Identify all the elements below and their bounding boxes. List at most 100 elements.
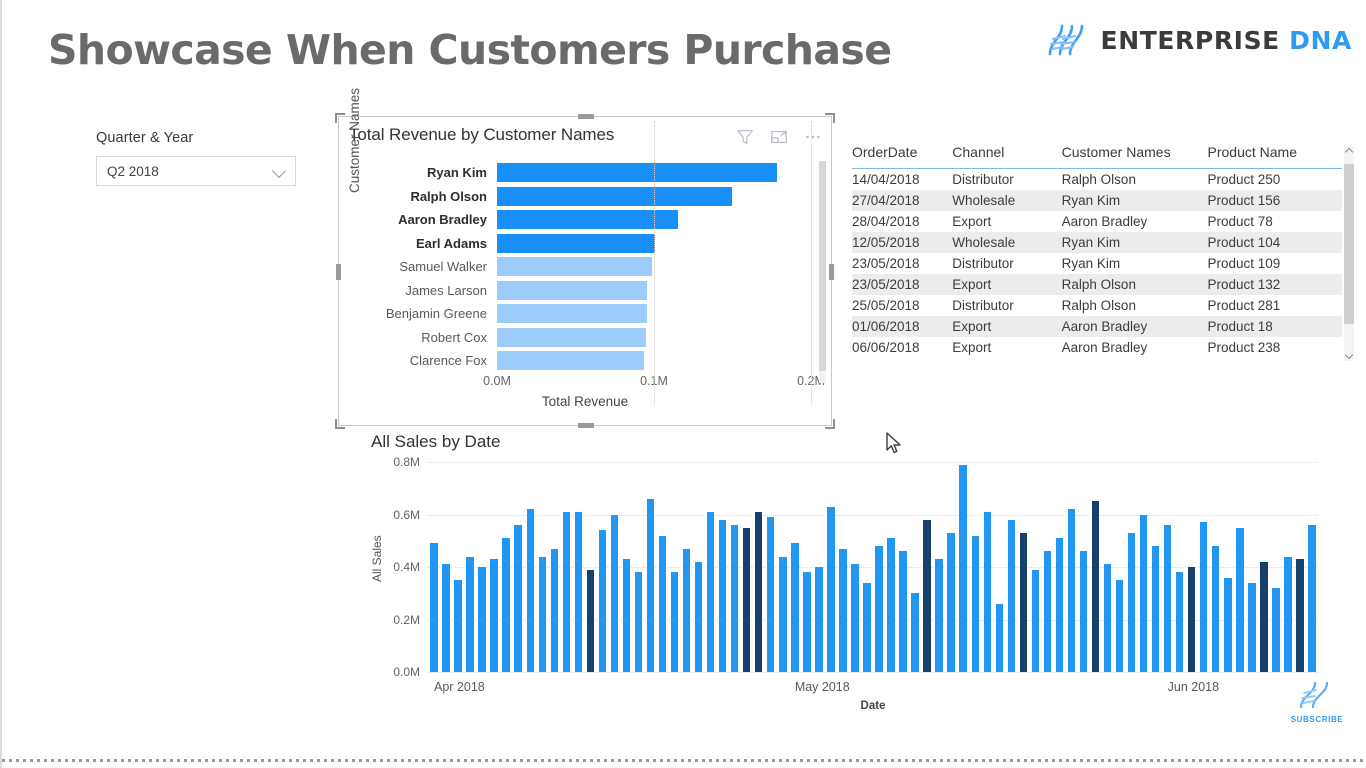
column-bar[interactable] <box>1212 546 1220 672</box>
table-column-header[interactable]: Product Name <box>1207 140 1342 169</box>
column-bar[interactable] <box>983 511 991 672</box>
more-options-icon[interactable] <box>804 128 822 146</box>
column-bar[interactable] <box>803 572 811 672</box>
bar-chart-scrollbar-thumb[interactable] <box>819 161 826 371</box>
table-row[interactable]: 27/04/2018 Wholesale Ryan Kim Product 156 <box>852 190 1342 211</box>
scroll-up-icon[interactable] <box>1344 147 1354 157</box>
column-bar[interactable] <box>1007 519 1016 672</box>
scroll-down-icon[interactable] <box>1344 350 1354 360</box>
bar-segment[interactable] <box>497 163 778 182</box>
resize-handle-top[interactable] <box>578 114 594 119</box>
column-bar[interactable] <box>622 559 631 672</box>
bar-chart-row[interactable]: James Larson <box>377 279 811 302</box>
table-row[interactable]: 28/04/2018 Export Aaron Bradley Product 78 <box>852 211 1342 232</box>
table-column-header[interactable]: Customer Names <box>1061 140 1208 169</box>
column-bar[interactable] <box>694 561 703 672</box>
column-bar[interactable] <box>1079 551 1088 672</box>
total-revenue-bar-chart-visual[interactable]: Total Revenue by Customer Names Customer… <box>335 88 835 429</box>
column-bar[interactable] <box>574 511 583 672</box>
column-bar[interactable] <box>682 548 691 672</box>
column-bar[interactable] <box>490 559 498 672</box>
bar-chart-row[interactable]: Aaron Bradley <box>377 208 811 231</box>
column-bar[interactable] <box>634 572 643 672</box>
column-bar[interactable] <box>947 532 955 672</box>
bar-chart-row[interactable]: Ryan Kim <box>377 161 811 184</box>
column-bar[interactable] <box>1308 525 1316 672</box>
bar-chart-row[interactable]: Samuel Walker <box>377 255 811 278</box>
column-bar[interactable] <box>923 519 931 672</box>
column-bar[interactable] <box>514 525 522 672</box>
column-bar[interactable] <box>1296 559 1304 672</box>
column-bar[interactable] <box>827 506 835 672</box>
slicer-dropdown[interactable]: Q2 2018 <box>96 156 296 186</box>
resize-handle-tl[interactable] <box>335 113 345 123</box>
column-bar[interactable] <box>911 593 919 672</box>
bar-chart-scrollbar[interactable] <box>819 161 826 383</box>
column-bar[interactable] <box>971 535 979 672</box>
column-bar[interactable] <box>454 580 462 672</box>
resize-handle-bottom[interactable] <box>578 423 594 428</box>
column-bar[interactable] <box>658 535 667 672</box>
bar-chart-row[interactable]: Benjamin Greene <box>377 302 811 325</box>
column-bar[interactable] <box>959 464 967 672</box>
column-bar[interactable] <box>646 498 655 672</box>
bar-segment[interactable] <box>497 351 644 370</box>
table-row[interactable]: 14/04/2018 Distributor Ralph Olson Product … <box>852 169 1342 191</box>
column-bar[interactable] <box>1151 546 1160 672</box>
all-sales-by-date-visual[interactable]: All Sales by Date All Sales 0.0M 0.2M 0.4M… <box>362 432 1322 722</box>
bar-segment[interactable] <box>497 233 655 253</box>
column-bar[interactable] <box>875 546 883 672</box>
column-bar[interactable] <box>466 556 474 672</box>
column-bar[interactable] <box>899 551 907 672</box>
column-bar[interactable] <box>1139 514 1148 672</box>
column-bar[interactable] <box>670 572 679 672</box>
column-bar[interactable] <box>815 567 823 672</box>
column-bar[interactable] <box>1200 522 1208 672</box>
bar-chart-row[interactable]: Clarence Fox <box>377 349 811 372</box>
filter-funnel-icon[interactable] <box>736 128 754 146</box>
column-bar[interactable] <box>598 530 607 672</box>
quarter-year-slicer[interactable]: Quarter & Year Q2 2018 <box>96 130 296 186</box>
column-bar[interactable] <box>839 548 847 672</box>
table-row[interactable]: 12/05/2018 Wholesale Ryan Kim Product 104 <box>852 232 1342 253</box>
column-bar[interactable] <box>1163 525 1172 672</box>
column-bar[interactable] <box>1272 588 1280 672</box>
bar-segment[interactable] <box>497 210 679 229</box>
column-bar[interactable] <box>1067 509 1076 672</box>
column-bar[interactable] <box>706 511 715 672</box>
column-bar[interactable] <box>502 538 510 672</box>
column-bar[interactable] <box>1115 580 1124 672</box>
bar-chart-row[interactable]: Earl Adams <box>377 232 811 255</box>
bar-segment[interactable] <box>497 327 647 347</box>
column-bar[interactable] <box>791 543 799 672</box>
focus-mode-icon[interactable] <box>770 128 788 146</box>
table-row[interactable]: 23/05/2018 Export Ralph Olson Product 132 <box>852 274 1342 295</box>
chevron-down-icon[interactable] <box>273 165 286 178</box>
bar-segment[interactable] <box>497 304 647 323</box>
column-bar[interactable] <box>1091 501 1100 672</box>
column-bar[interactable] <box>887 538 895 672</box>
table-row[interactable]: 06/06/2018 Export Aaron Bradley Product 238 <box>852 337 1342 358</box>
column-bar[interactable] <box>1043 551 1052 672</box>
column-bar[interactable] <box>1175 572 1184 672</box>
column-bar[interactable] <box>755 511 763 672</box>
bar-chart-row[interactable]: Robert Cox <box>377 326 811 349</box>
resize-handle-tr[interactable] <box>825 113 835 123</box>
table-row[interactable]: 23/05/2018 Distributor Ryan Kim Product 109 <box>852 253 1342 274</box>
bar-chart-row[interactable]: Ralph Olson <box>377 185 811 208</box>
column-bar[interactable] <box>1236 527 1244 672</box>
column-bar[interactable] <box>1260 561 1268 672</box>
column-bar[interactable] <box>1248 582 1256 672</box>
table-column-header[interactable]: OrderDate <box>852 140 953 169</box>
column-bar[interactable] <box>779 556 787 672</box>
orders-table-visual[interactable]: OrderDate Channel Customer Names Product Na… <box>852 140 1354 380</box>
table-scrollbar-thumb[interactable] <box>1344 164 1354 324</box>
column-bar[interactable] <box>1031 569 1040 672</box>
column-bar[interactable] <box>718 519 727 672</box>
column-bar[interactable] <box>1187 567 1196 672</box>
table-row[interactable]: 25/05/2018 Distributor Ralph Olson Product … <box>852 295 1342 316</box>
column-bar[interactable] <box>851 564 859 672</box>
table-row[interactable]: 01/06/2018 Export Aaron Bradley Product 18 <box>852 316 1342 337</box>
table-scrollbar[interactable] <box>1344 146 1354 361</box>
column-bar[interactable] <box>767 517 775 672</box>
